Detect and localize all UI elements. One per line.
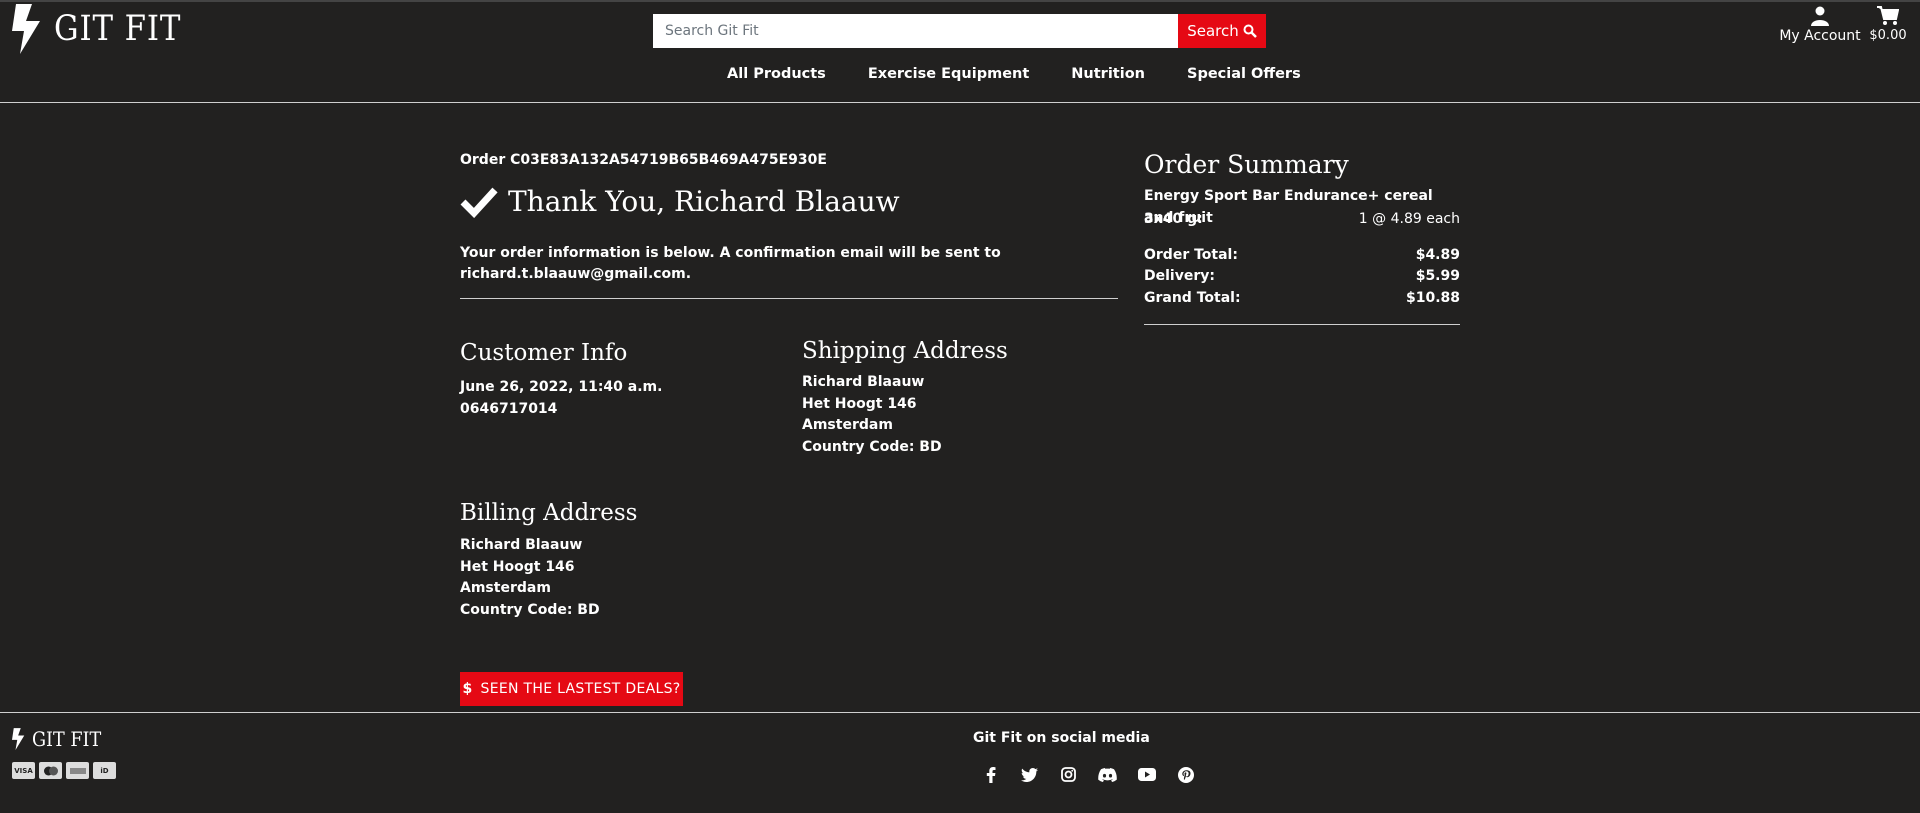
site-logo[interactable]: GIT FIT [12,4,199,54]
my-account-label: My Account [1779,28,1861,44]
order-total-row: Order Total: $4.89 [1144,245,1460,267]
discord-icon[interactable] [1098,765,1117,784]
email-suffix: . [685,266,692,282]
logo-text: GIT FIT [54,9,182,49]
latest-deals-button[interactable]: $ SEEN THE LASTEST DEALS? [460,672,683,706]
social-media-title: Git Fit on social media [973,730,1150,746]
order-summary-title: Order Summary [1144,150,1349,179]
main-nav: All Products Exercise Equipment Nutritio… [706,66,1322,82]
summary-item-row: 3x40 g: 1 @ 4.89 each [1144,209,1460,231]
customer-info-title: Customer Info [460,340,628,366]
thank-you-text: Thank You, Richard Blaauw [508,185,900,218]
mastercard-icon [39,762,62,779]
cart-total: $0.00 [1869,28,1907,43]
youtube-icon[interactable] [1137,765,1156,784]
payment-methods: VISA iD [12,762,116,779]
ideal-icon: iD [93,762,116,779]
footer-logo-text: GIT FIT [32,727,102,751]
search-button-label: Search [1187,22,1239,40]
top-border [0,0,1920,2]
order-info-text: Your order information is below. A confi… [460,243,1120,285]
user-icon [1811,6,1829,26]
pinterest-icon[interactable] [1176,765,1195,784]
lightning-bolt-icon [12,728,25,750]
instagram-icon[interactable] [1059,765,1078,784]
search-icon [1243,24,1257,38]
grand-total-value: $10.88 [1405,290,1460,306]
nav-special-offers[interactable]: Special Offers [1166,66,1322,82]
latest-deals-label: SEEN THE LASTEST DEALS? [480,681,681,697]
shipping-address-details: Richard Blaauw Het Hoogt 146 Amsterdam C… [802,372,942,458]
search-input[interactable] [653,14,1178,48]
nav-nutrition[interactable]: Nutrition [1050,66,1166,82]
search-form: Search [653,14,1266,48]
summary-item-size: 3x40 g: [1144,211,1203,227]
dollar-icon: $ [462,681,473,697]
amex-icon [66,762,89,779]
nav-all-products[interactable]: All Products [706,66,847,82]
summary-divider [1144,324,1460,325]
delivery-row: Delivery: $5.99 [1144,266,1460,288]
shipping-city: Amsterdam [802,417,893,433]
billing-country: Country Code: BD [460,601,600,618]
customer-info-details: June 26, 2022, 11:40 a.m. 0646717014 [460,377,662,420]
billing-city: Amsterdam [460,580,551,596]
search-button[interactable]: Search [1178,14,1266,48]
delivery-label: Delivery: [1144,268,1215,284]
order-divider [460,298,1118,299]
thank-you-heading: Thank You, Richard Blaauw [460,182,900,222]
grand-total-label: Grand Total: [1144,290,1241,306]
checkmark-icon [460,187,498,218]
lightning-bolt-icon [12,4,40,54]
shopping-cart-icon [1877,6,1899,25]
social-links [981,765,1195,784]
order-total-value: $4.89 [1415,247,1460,263]
footer-logo[interactable]: GIT FIT [12,727,111,751]
shipping-country: Country Code: BD [802,438,942,455]
shipping-name: Richard Blaauw [802,374,925,390]
nav-exercise-equipment[interactable]: Exercise Equipment [847,66,1050,82]
facebook-icon[interactable] [981,765,1000,784]
billing-address-details: Richard Blaauw Het Hoogt 146 Amsterdam C… [460,535,600,621]
twitter-icon[interactable] [1020,765,1039,784]
shipping-street: Het Hoogt 146 [802,395,917,412]
order-info-line: Your order information is below. A confi… [460,245,1001,261]
shipping-address-title: Shipping Address [802,338,1008,364]
footer-divider [0,712,1920,713]
delivery-value: $5.99 [1415,268,1460,284]
billing-name: Richard Blaauw [460,537,583,553]
summary-item-qty: 1 @ 4.89 each [1358,211,1460,227]
customer-phone: 0646717014 [460,400,558,417]
order-date: June 26, 2022, 11:40 a.m. [460,379,663,395]
cart-link[interactable]: $0.00 [1865,6,1911,43]
customer-email: richard.t.blaauw@gmail.com [460,266,686,282]
billing-street: Het Hoogt 146 [460,558,575,575]
header-divider [0,102,1920,103]
grand-total-row: Grand Total: $10.88 [1144,288,1460,310]
order-total-label: Order Total: [1144,247,1238,263]
order-number: Order C03E83A132A54719B65B469A475E930E [460,152,827,168]
visa-icon: VISA [12,762,35,779]
billing-address-title: Billing Address [460,500,638,526]
my-account-link[interactable]: My Account [1777,6,1863,44]
